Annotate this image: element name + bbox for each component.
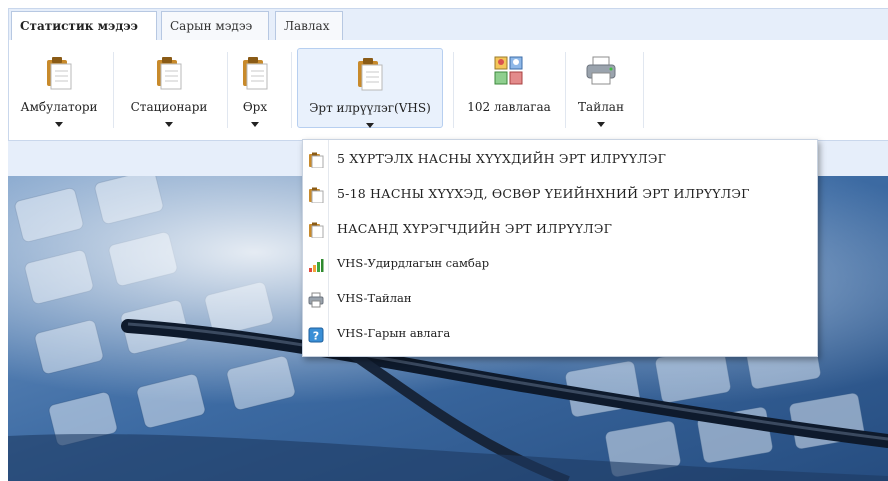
chevron-down-icon [251,122,259,127]
family-button[interactable]: Өрх [233,48,277,128]
ribbon-separator [453,52,454,128]
menu-item-adult-screening[interactable]: НАСАНД ХҮРЭГЧДИЙН ЭРТ ИЛРҮҮЛЭГ [303,212,817,246]
clipboard-icon [309,222,324,238]
ribbon-separator [565,52,566,128]
clipboard-icon [243,57,268,90]
directory-102-button[interactable]: 102 лавлагаа [459,48,559,128]
ambulatory-button[interactable]: Амбулатори [13,48,105,128]
report-label: Тайлан [578,100,624,114]
chevron-down-icon [597,122,605,127]
tab-strip: Статистик мэдээ Сарын мэдээ Лавлах [8,8,888,42]
ambulatory-label: Амбулатори [20,100,98,114]
printer-icon [308,292,324,308]
directory-grid-icon [494,56,523,85]
family-label: Өрх [242,100,268,114]
ribbon-toolbar: Амбулатори Стационари Өрх Эрт илрүүлэг(V… [8,40,888,140]
ribbon-separator [113,52,114,128]
printer-icon [586,56,616,85]
menu-item-label: 5 ХҮРТЭЛХ НАСНЫ ХҮҮХДИЙН ЭРТ ИЛРҮҮЛЭГ [337,151,667,166]
inpatient-label: Стационари [130,100,208,114]
inpatient-button[interactable]: Стационари [119,48,219,128]
menu-item-label: VHS-Гарын авлага [337,326,451,340]
menu-item-label: VHS-Удирдлагын самбар [337,256,490,270]
tab-reference[interactable]: Лавлах [275,11,343,41]
chevron-down-icon [165,122,173,127]
menu-item-vhs-manual[interactable]: ? VHS-Гарын авлага [303,317,817,351]
early-detection-vhs-button[interactable]: Эрт илрүүлэг(VHS) [297,48,443,128]
chevron-down-icon [55,122,63,127]
clipboard-icon [309,187,324,203]
tab-statistics-report[interactable]: Статистик мэдээ [11,11,157,42]
clipboard-icon [47,57,72,90]
menu-item-label: 5-18 НАСНЫ ХҮҮХЭД, ӨСВӨР ҮЕИЙНХНИЙ ЭРТ И… [337,186,750,201]
menu-item-under-5-children-screening[interactable]: 5 ХҮРТЭЛХ НАСНЫ ХҮҮХДИЙН ЭРТ ИЛРҮҮЛЭГ [303,142,817,176]
ribbon-separator [643,52,644,128]
early-detection-dropdown-menu: 5 ХҮРТЭЛХ НАСНЫ ХҮҮХДИЙН ЭРТ ИЛРҮҮЛЭГ 5-… [302,139,818,357]
clipboard-icon [157,57,182,90]
clipboard-icon [309,152,324,168]
early-detection-vhs-label: Эрт илрүүлэг(VHS) [309,101,431,115]
ribbon-separator [291,52,292,128]
menu-item-5-18-youth-screening[interactable]: 5-18 НАСНЫ ХҮҮХЭД, ӨСВӨР ҮЕИЙНХНИЙ ЭРТ И… [303,177,817,211]
menu-item-label: VHS-Тайлан [337,291,412,305]
report-button[interactable]: Тайлан [571,48,631,128]
svg-text:?: ? [313,330,319,343]
help-icon: ? [308,327,324,343]
menu-item-vhs-report[interactable]: VHS-Тайлан [303,282,817,316]
bar-chart-icon [309,259,324,272]
clipboard-icon [358,58,383,91]
directory-102-label: 102 лавлагаа [467,100,551,114]
tab-monthly-report[interactable]: Сарын мэдээ [161,11,269,41]
chevron-down-icon [366,123,374,128]
ribbon-separator [227,52,228,128]
menu-item-vhs-dashboard[interactable]: VHS-Удирдлагын самбар [303,247,817,281]
tab-bar: Статистик мэдээ Сарын мэдээ Лавлах [0,0,888,42]
menu-item-label: НАСАНД ХҮРЭГЧДИЙН ЭРТ ИЛРҮҮЛЭГ [337,221,613,236]
